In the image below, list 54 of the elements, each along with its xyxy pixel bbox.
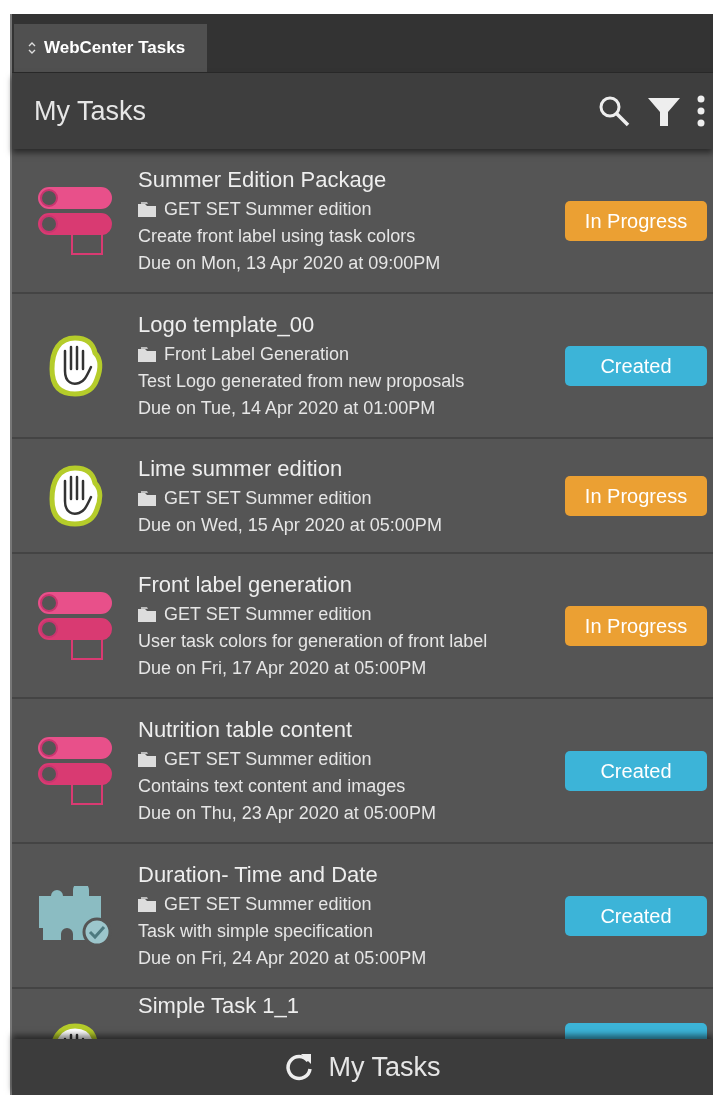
due-date: Due on Tue, 14 Apr 2020 at 01:00PM — [138, 398, 437, 419]
task-description: User task colors for generation of front label — [138, 631, 489, 652]
due-date: Due on Fri, 24 Apr 2020 at 05:00PM — [138, 948, 428, 969]
task-title: Summer Edition Package — [138, 167, 388, 193]
more-icon[interactable] — [697, 95, 705, 127]
project-name: GET SET Summer edition — [164, 749, 372, 770]
project-name: GET SET Summer edition — [164, 199, 372, 220]
project-name: GET SET Summer edition — [164, 894, 372, 915]
folder-icon — [138, 202, 156, 217]
due-date: Due on Wed, 15 Apr 2020 at 05:00PM — [138, 514, 443, 536]
status-badge: In Progress — [565, 605, 707, 646]
toggle-icon — [37, 184, 113, 257]
due-date: Due on Fri, 17 Apr 2020 at 05:00PM — [138, 658, 428, 679]
task-title: Nutrition table content — [138, 717, 354, 743]
due-date: Due on Thu, 23 Apr 2020 at 05:00PM — [138, 803, 437, 824]
status-badge: Created — [565, 345, 707, 386]
hand-icon — [47, 464, 103, 527]
status-badge: In Progress — [565, 475, 707, 516]
folder-icon — [138, 752, 156, 767]
folder-icon — [138, 347, 156, 362]
panel-tab[interactable]: WebCenter Tasks — [14, 24, 208, 72]
task-description: Contains text content and images — [138, 776, 407, 797]
expand-icon — [28, 41, 36, 55]
project-name: GET SET Summer edition — [164, 604, 372, 625]
folder-icon — [138, 490, 156, 506]
status-badge: Created — [565, 895, 707, 936]
hand-icon — [47, 334, 103, 397]
project-name: GET SET Summer edition — [164, 487, 372, 509]
toggle-icon — [37, 589, 113, 662]
task-row[interactable]: Summer Edition Package GET SET Summer edition Create front label using task colors Due on Mon, 13 Apr 2020 at 09:00PM In Progress — [12, 149, 713, 294]
task-row[interactable]: Duration- Time and Date GET SET Summer edition Task with simple specification Due on Fri, 24 Apr 2020 at 05:00PM Created — [12, 844, 713, 989]
task-row[interactable]: Lime summer edition GET SET Summer edition Due on Wed, 15 Apr 2020 at 05:00PM In Progress — [12, 439, 713, 554]
task-title: Simple Task 1_1 — [138, 993, 300, 1019]
task-title: Front label generation — [138, 572, 354, 598]
panel-title: My Tasks — [34, 95, 147, 127]
task-description: Task with simple specification — [138, 921, 375, 942]
status-badge: In Progress — [565, 200, 707, 241]
project-name: Front Label Generation — [164, 344, 350, 365]
task-description: Test Logo generated from new proposals — [138, 371, 466, 392]
folder-icon — [138, 897, 156, 912]
task-title: Lime summer edition — [138, 455, 344, 482]
status-badge: Created — [565, 750, 707, 791]
search-icon[interactable] — [597, 94, 631, 128]
task-row[interactable]: Nutrition table content GET SET Summer edition Contains text content and images Due on Thu, 23 Apr 2020 at 05:00PM Created — [12, 699, 713, 844]
folder-icon — [138, 607, 156, 622]
task-title: Duration- Time and Date — [138, 862, 379, 888]
task-row[interactable]: Front label generation GET SET Summer edition User task colors for generation of front label Due on Fri, 17 Apr 2020 at 05:00PM In Progress — [12, 554, 713, 699]
due-date: Due on Mon, 13 Apr 2020 at 09:00PM — [138, 253, 442, 274]
refresh-button[interactable]: My Tasks — [12, 1039, 713, 1095]
task-row[interactable]: Logo template_00 Front Label Generation Test Logo generated from new proposals Due on Tue, 14 Apr 2020 at 01:00PM Created — [12, 294, 713, 439]
toggle-icon — [37, 734, 113, 807]
task-title: Logo template_00 — [138, 312, 316, 338]
task-description: Create front label using task colors — [138, 226, 417, 247]
refresh-icon — [284, 1052, 315, 1082]
